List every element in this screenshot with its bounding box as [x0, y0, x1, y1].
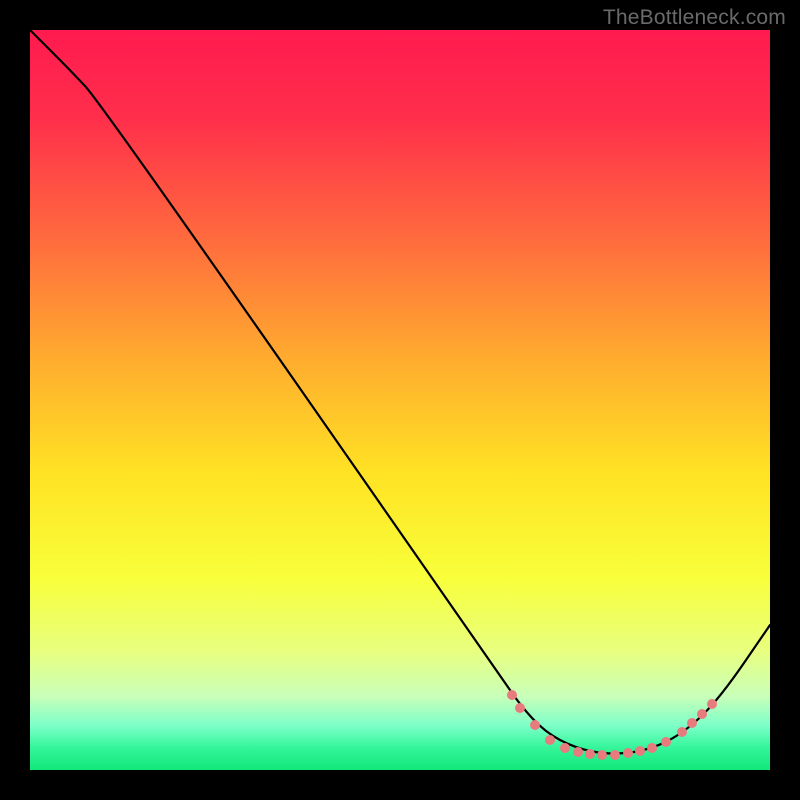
chart-stage: TheBottleneck.com — [0, 0, 800, 800]
marker-dot — [677, 727, 687, 737]
marker-dot — [573, 747, 583, 757]
marker-dot — [515, 703, 525, 713]
marker-dot — [707, 699, 717, 709]
marker-dot — [585, 749, 595, 759]
marker-dot — [623, 748, 633, 758]
plot-area — [30, 30, 770, 770]
marker-dot — [530, 720, 540, 730]
marker-dot — [647, 743, 657, 753]
marker-dot — [545, 735, 555, 745]
marker-dot — [687, 718, 697, 728]
marker-layer — [30, 30, 770, 770]
marker-dot — [697, 709, 707, 719]
marker-dot — [661, 737, 671, 747]
marker-dot — [560, 743, 570, 753]
marker-dot — [507, 690, 517, 700]
watermark-text: TheBottleneck.com — [603, 6, 786, 30]
marker-dot — [597, 750, 607, 760]
marker-dot — [635, 746, 645, 756]
marker-dot — [610, 750, 620, 760]
